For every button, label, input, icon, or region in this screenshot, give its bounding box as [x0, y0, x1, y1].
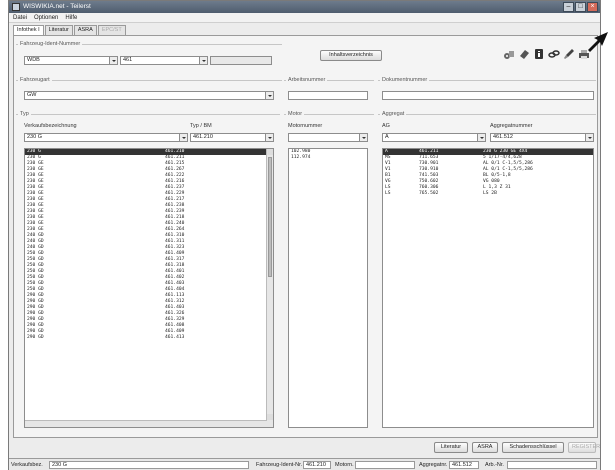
chevron-down-icon: [359, 134, 367, 141]
typ-bm-value: 461.210: [193, 134, 213, 140]
tab-infothek[interactable]: Infothek I: [13, 25, 44, 35]
chevron-down-icon: [199, 57, 207, 64]
inhaltsverzeichnis-button[interactable]: Inhaltsverzeichnis: [320, 50, 382, 61]
maximize-button[interactable]: □: [575, 2, 586, 12]
dokumentnummer-title: Dokumentnummer: [380, 77, 430, 84]
typ-horizontal-scrollbar[interactable]: [25, 420, 267, 427]
list-item[interactable]: 290 GD 461.413: [25, 335, 273, 341]
chevron-down-icon: [265, 134, 273, 141]
arbeitsnummer-input[interactable]: [288, 91, 368, 100]
aggregat-list[interactable]: A 461.211 230 G 230 GE 4X4 MS 711.653 5 1/17-…: [382, 148, 594, 428]
fahrzeugart-title: Fahrzeugart: [18, 77, 52, 84]
chevron-down-icon: [179, 134, 187, 141]
car-parts-icon[interactable]: [502, 47, 515, 60]
window-title: WISWIKIA.net - Teilerst: [23, 3, 91, 10]
minimize-button[interactable]: –: [563, 2, 574, 12]
aggregatnummer-value: 461.512: [493, 134, 513, 140]
fin-part3-field[interactable]: [210, 56, 272, 65]
fin-part2-select[interactable]: 461: [120, 56, 208, 65]
menu-bar: Datei Optionen Hilfe: [9, 13, 600, 23]
literatur-button[interactable]: Literatur: [434, 442, 468, 453]
brush-icon[interactable]: [562, 47, 575, 60]
motornummer-select[interactable]: [288, 133, 368, 142]
arbeitsnummer-title: Arbeitsnummer: [286, 77, 328, 84]
chain-icon[interactable]: [547, 47, 560, 60]
tab-literatur[interactable]: Literatur: [44, 25, 73, 35]
schadensschluessel-button[interactable]: Schadensschlüssel: [502, 442, 564, 453]
tab-asra[interactable]: ASRA: [73, 25, 97, 35]
typ-vertical-scrollbar[interactable]: [266, 149, 273, 427]
arrow-pointer-icon: [588, 32, 608, 52]
fahrzeugart-select[interactable]: GW: [24, 91, 274, 100]
list-cell: LS: [385, 191, 391, 196]
motor-title: Motor: [286, 111, 305, 118]
scroll-up-icon[interactable]: [267, 149, 273, 155]
ag-select[interactable]: A: [382, 133, 486, 142]
status-fin-label: Fahrzeug-Ident-Nr.: [256, 462, 303, 468]
eraser-icon[interactable]: [517, 47, 530, 60]
status-motor-label: Motorn.: [335, 462, 354, 468]
fahrzeugart-value: GW: [27, 92, 37, 98]
status-verkauf-label: Verkaufsbez.: [11, 462, 43, 468]
status-aggr-label: Aggregatnr.: [419, 462, 448, 468]
menu-optionen[interactable]: Optionen: [34, 13, 58, 22]
typ-bm-select[interactable]: 461.210: [190, 133, 274, 142]
main-panel: Fahrzeug-Ident-Nummer WDB 461 Inhaltsver…: [13, 35, 600, 453]
verkaufsbezeichnung-value: 230 G: [27, 134, 42, 140]
ag-label: AG: [382, 123, 390, 129]
list-cell: 112.974: [291, 155, 311, 160]
icon-toolbar: [502, 47, 590, 60]
scroll-down-icon[interactable]: [267, 414, 273, 420]
fahrzeug-title: Fahrzeug-Ident-Nummer: [18, 41, 83, 48]
aggregatnummer-label: Aggregatnummer: [490, 123, 533, 129]
info-icon[interactable]: [532, 47, 545, 60]
asra-button[interactable]: ASRA: [472, 442, 498, 453]
motor-list[interactable]: 102.980 112.974: [288, 148, 368, 428]
scroll-thumb[interactable]: [268, 157, 272, 277]
close-button[interactable]: ×: [587, 2, 598, 12]
fin-part2-value: 461: [123, 57, 133, 63]
status-motor-value: [355, 461, 415, 469]
list-cell: 290 GD: [27, 335, 44, 340]
verkaufsbezeichnung-select[interactable]: 230 G: [24, 133, 188, 142]
list-cell: 765.502: [419, 191, 439, 196]
list-cell: LS 2B: [483, 191, 497, 196]
list-item[interactable]: LS 765.502 LS 2B: [383, 191, 593, 197]
aggregatnummer-select[interactable]: 461.512: [490, 133, 594, 142]
chevron-down-icon: [109, 57, 117, 64]
menu-datei[interactable]: Datei: [13, 13, 27, 22]
register-button: REGISTER: [568, 442, 600, 453]
list-cell: 461.413: [165, 335, 185, 340]
application-window: WISWIKIA.net - Teilerst – □ × Datei Opti…: [8, 0, 601, 470]
typ-bm-label: Typ / BM: [190, 123, 212, 129]
typ-title: Typ: [18, 111, 31, 118]
status-aggr-value: 461.512: [449, 461, 479, 469]
chevron-down-icon: [265, 92, 273, 99]
tab-bar: Infothek I Literatur ASRA EPC/ST: [13, 25, 126, 35]
fin-part1-select[interactable]: WDB: [24, 56, 118, 65]
status-arb-value: [507, 461, 597, 469]
fin-part1-value: WDB: [27, 57, 40, 63]
ag-value: A: [385, 134, 389, 140]
tab-epc: EPC/ST: [97, 25, 126, 35]
verkaufsbezeichnung-label: Verkaufsbezeichnung: [24, 123, 77, 129]
menu-hilfe[interactable]: Hilfe: [65, 13, 77, 22]
status-verkauf-value: 230 G: [49, 461, 249, 469]
chevron-down-icon: [585, 134, 593, 141]
status-fin-value: 461.210: [303, 461, 331, 469]
motornummer-label: Motornummer: [288, 123, 323, 129]
title-bar: WISWIKIA.net - Teilerst – □ ×: [9, 1, 600, 13]
status-bar: Verkaufsbez. 230 G Fahrzeug-Ident-Nr. 46…: [9, 458, 600, 470]
list-item[interactable]: 112.974: [289, 155, 367, 161]
dokumentnummer-input[interactable]: [382, 91, 594, 100]
app-icon: [12, 3, 20, 11]
chevron-down-icon: [477, 134, 485, 141]
aggregat-title: Aggregat: [380, 111, 407, 118]
status-arb-label: Arb.-Nr.: [485, 462, 504, 468]
typ-list[interactable]: 230 G 461.210 230 G 461.211 230 GE 461.215 230…: [24, 148, 274, 428]
